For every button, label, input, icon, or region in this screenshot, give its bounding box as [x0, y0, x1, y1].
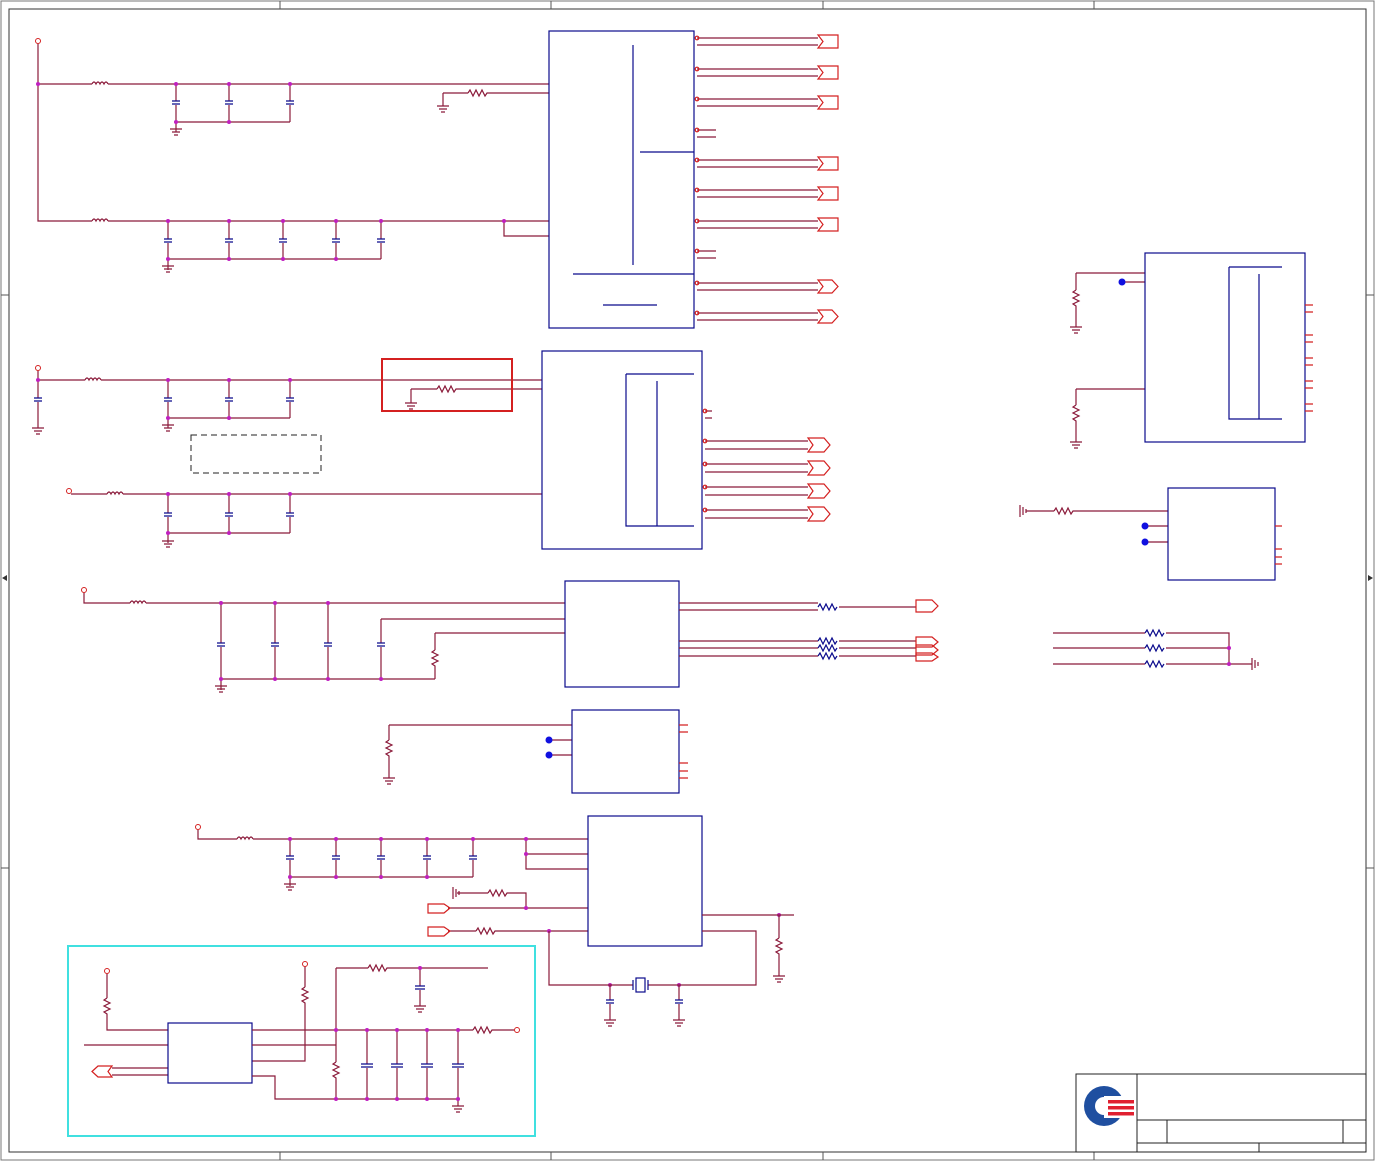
- ic-u7: [1144, 252, 1306, 443]
- ic-u8: [1167, 487, 1276, 581]
- crystal: [635, 977, 646, 993]
- ic-u1: [548, 30, 695, 329]
- ic-u6: [167, 1022, 253, 1084]
- ic-block-right-1: [1070, 252, 1313, 449]
- resistor-network-right: [1053, 628, 1259, 670]
- schematic-canvas: [0, 0, 1375, 1161]
- inductor-2: [91, 218, 109, 223]
- optional-circuit-group: [67, 945, 536, 1137]
- company-logo-icon: [1084, 1086, 1134, 1126]
- net-port: [816, 34, 839, 49]
- schematic-sheet: [0, 0, 1375, 1161]
- ic-u2: [541, 350, 703, 550]
- power-block-3: [81, 580, 940, 693]
- inductor-1: [91, 81, 109, 86]
- title-block: [1075, 1073, 1367, 1153]
- power-block-1: [35, 30, 839, 329]
- ic-u3: [564, 580, 680, 688]
- ic-u4: [571, 709, 680, 794]
- highlight-box: [381, 358, 513, 412]
- ic-block-right-2: [1019, 487, 1282, 581]
- power-block-2: [32, 350, 831, 550]
- power-block-5: [195, 815, 794, 1027]
- ic-block-4: [383, 709, 688, 794]
- resistor-1: [437, 88, 549, 113]
- dashed-box: [190, 434, 322, 474]
- ic-u5: [587, 815, 703, 947]
